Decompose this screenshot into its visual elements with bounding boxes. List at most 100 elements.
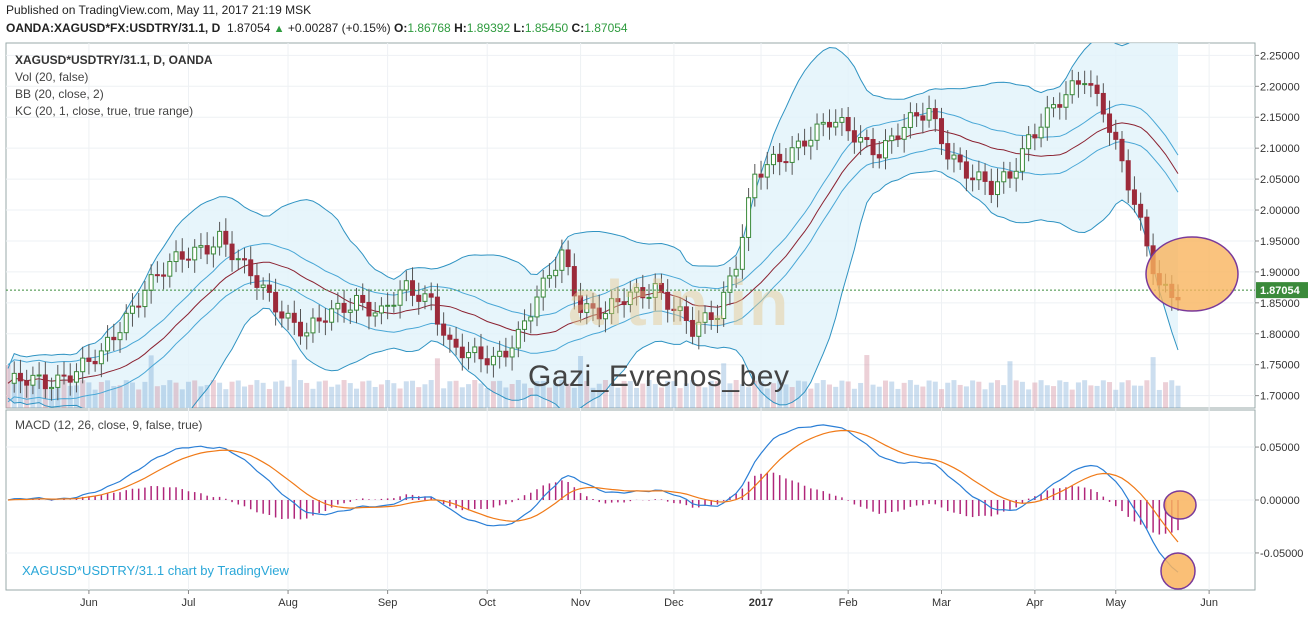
candle <box>105 336 111 352</box>
volume-bar <box>1044 385 1050 408</box>
candle <box>1113 131 1119 140</box>
volume-bar <box>422 384 428 408</box>
y-tick-label: -0.05000 <box>1260 548 1303 560</box>
candle <box>73 371 79 383</box>
candle <box>920 115 926 121</box>
volume-bar <box>167 380 173 408</box>
volume-bar <box>509 384 515 408</box>
volume-bar <box>1107 382 1113 408</box>
volume-bar <box>1125 380 1131 408</box>
candle <box>235 258 241 261</box>
candle <box>926 108 932 121</box>
candle <box>945 143 951 160</box>
candle <box>795 140 801 149</box>
volume-bar <box>839 380 845 408</box>
candle <box>895 135 901 140</box>
y-tick-label: 2.20000 <box>1260 81 1300 93</box>
candle <box>466 352 472 359</box>
candle <box>1138 203 1144 218</box>
candle <box>92 360 98 365</box>
volume-bar <box>248 384 254 408</box>
candle <box>932 108 938 120</box>
volume-bar <box>185 381 191 408</box>
candle <box>820 121 826 125</box>
volume-bar <box>385 380 391 408</box>
volume-bar <box>316 381 322 408</box>
candle <box>410 280 416 296</box>
volume-bar <box>1007 361 1013 408</box>
watermark-author: Gazi_Evrenos_bey <box>528 360 790 393</box>
volume-bar <box>105 380 111 408</box>
candle <box>49 386 55 390</box>
candle <box>1057 104 1063 108</box>
candle <box>1007 171 1013 179</box>
volume-bar <box>970 380 976 408</box>
y-tick-label: 2.00000 <box>1260 205 1300 217</box>
candle <box>957 154 963 163</box>
volume-bar <box>129 382 135 408</box>
volume-bar <box>98 381 104 408</box>
volume-bar <box>391 383 397 408</box>
candle <box>1069 80 1075 96</box>
volume-bar <box>1175 385 1181 408</box>
candle <box>540 277 546 298</box>
candle <box>1038 126 1044 139</box>
candle <box>528 316 534 322</box>
volume-bar <box>851 388 857 408</box>
candle <box>1063 94 1069 108</box>
volume-bar <box>907 380 913 408</box>
candle <box>148 274 154 291</box>
y-tick-label: 2.05000 <box>1260 174 1300 186</box>
volume-bar <box>1169 380 1175 408</box>
candle <box>154 274 160 277</box>
volume-bar <box>1069 389 1075 408</box>
highlight-ellipse-hist <box>1163 490 1197 520</box>
candle <box>360 294 366 303</box>
candle <box>173 251 179 263</box>
volume-bar <box>241 386 247 408</box>
volume-bar <box>1144 380 1150 408</box>
candle <box>285 312 291 319</box>
last-price-label: 1.87054 <box>1260 285 1301 297</box>
volume-bar <box>1057 380 1063 408</box>
candle <box>416 294 422 302</box>
candle <box>123 312 129 334</box>
candle <box>976 171 982 181</box>
candle <box>316 317 322 322</box>
candle <box>310 317 316 334</box>
candle <box>378 305 384 314</box>
candle <box>179 251 185 260</box>
volume-bar <box>1026 389 1032 408</box>
volume-bar <box>279 380 285 408</box>
candle <box>391 304 397 307</box>
x-tick-label: Sep <box>378 597 398 609</box>
highlight-ellipse-macd <box>1160 552 1196 590</box>
volume-bar <box>833 386 839 408</box>
x-tick-label: Nov <box>571 597 591 609</box>
volume-bar <box>1156 389 1162 408</box>
volume-bar <box>1113 389 1119 408</box>
candle <box>98 350 104 365</box>
candle <box>889 135 895 142</box>
volume-bar <box>459 387 465 408</box>
tradingview-credit[interactable]: XAGUSD*USDTRY/31.1 chart by TradingView <box>22 563 289 578</box>
volume-bar <box>378 384 384 408</box>
volume-bar <box>179 389 185 408</box>
candle <box>963 161 969 179</box>
volume-bar <box>229 381 235 408</box>
candle <box>217 230 223 248</box>
x-tick-label: Jun <box>1200 597 1218 609</box>
candle <box>839 117 845 123</box>
volume-bar <box>789 387 795 408</box>
x-tick-label: Aug <box>278 597 298 609</box>
candle <box>870 138 876 156</box>
candle <box>876 154 882 159</box>
y-tick-label: 1.85000 <box>1260 298 1300 310</box>
candle <box>422 293 428 302</box>
volume-bar <box>1001 385 1007 408</box>
volume-bar <box>858 382 864 408</box>
volume-bar <box>864 355 870 408</box>
y-tick-label: 1.80000 <box>1260 329 1300 341</box>
volume-bar <box>982 389 988 408</box>
volume-bar <box>210 380 216 408</box>
